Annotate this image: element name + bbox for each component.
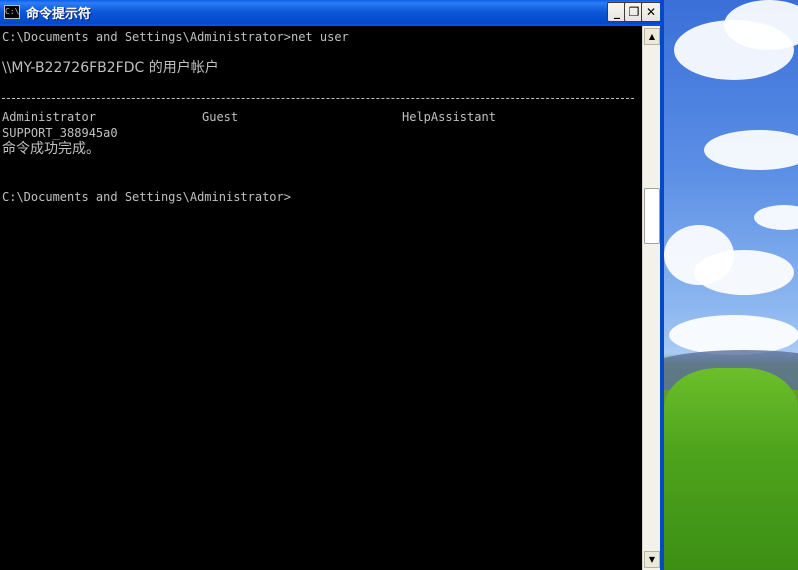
console-output[interactable]: C:\Documents and Settings\Administrator>… — [0, 26, 642, 570]
window-title: 命令提示符 — [26, 7, 92, 22]
desktop-wallpaper — [664, 0, 798, 570]
user-helpassistant: HelpAssistant — [402, 110, 496, 124]
scroll-up-button[interactable]: ▲ — [644, 28, 660, 45]
separator-line — [2, 98, 634, 99]
accounts-header: \\MY-B22726FB2FDC 的用户帐户 — [2, 60, 219, 76]
scroll-thumb[interactable] — [644, 188, 660, 244]
vertical-scrollbar[interactable]: ▲ ▼ — [642, 26, 660, 570]
title-bar[interactable]: C:\ 命令提示符 _ ❐ ✕ — [0, 0, 664, 24]
user-support: SUPPORT_388945a0 — [2, 126, 118, 140]
command-prompt-window: C:\ 命令提示符 _ ❐ ✕ C:\Documents and Setting… — [0, 0, 664, 570]
scroll-down-button[interactable]: ▼ — [644, 551, 660, 568]
close-button[interactable]: ✕ — [641, 2, 661, 22]
window-right-border — [660, 0, 664, 570]
command-line: C:\Documents and Settings\Administrator>… — [2, 30, 349, 44]
console-icon[interactable]: C:\ — [4, 5, 20, 19]
command-prompt: C:\Documents and Settings\Administrator> — [2, 190, 291, 204]
user-guest: Guest — [202, 110, 239, 124]
user-administrator: Administrator — [2, 110, 96, 124]
status-message: 命令成功完成。 — [2, 141, 100, 157]
